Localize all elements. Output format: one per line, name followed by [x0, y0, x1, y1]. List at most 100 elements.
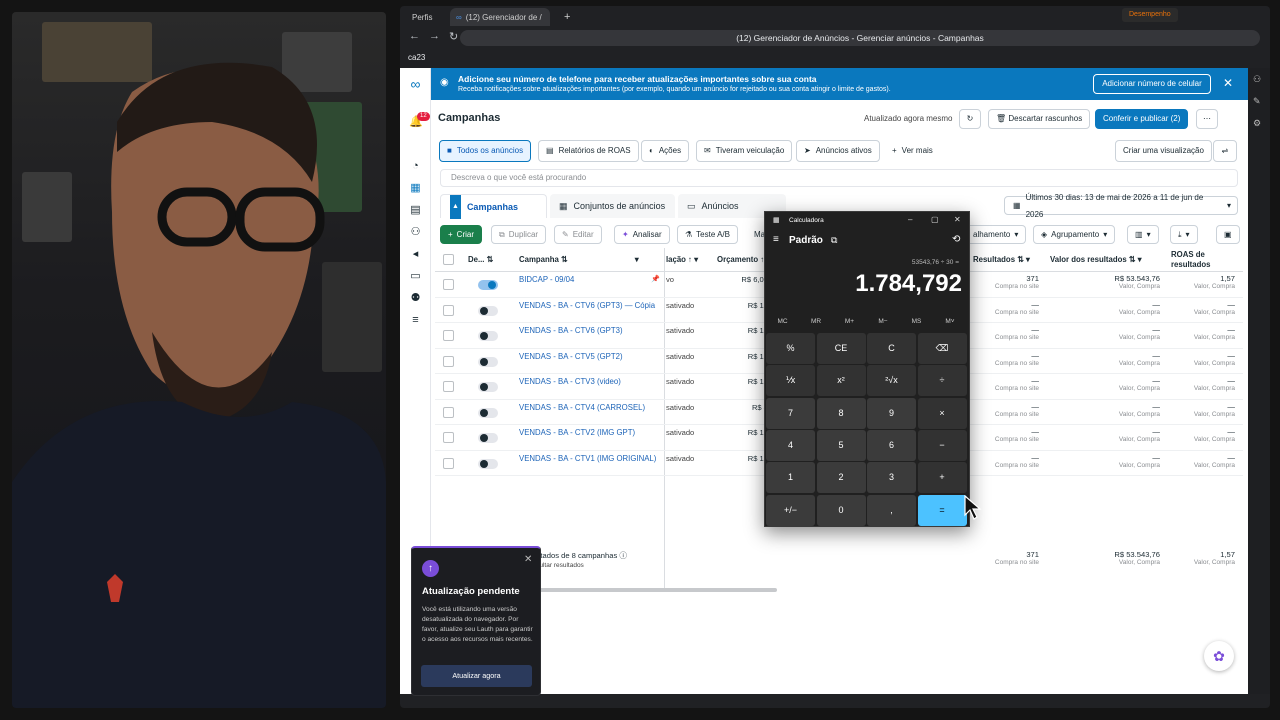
- header-delivery[interactable]: De... ⇅: [468, 248, 494, 272]
- row-checkbox[interactable]: [443, 432, 454, 443]
- chip-see-more[interactable]: + Ver mais: [885, 140, 940, 162]
- chip-delivered[interactable]: ✉ Tiveram veiculação: [696, 140, 793, 162]
- dashboard-icon[interactable]: ◔: [409, 160, 422, 173]
- grouping-button[interactable]: ◈ Agrupamento ▾: [1033, 225, 1116, 244]
- header-results[interactable]: Resultados ⇅ ▾: [973, 248, 1030, 272]
- columns-button[interactable]: ▥ ▾: [1127, 225, 1159, 244]
- duplicate-button[interactable]: ⧉ Duplicar: [491, 225, 547, 244]
- row-checkbox[interactable]: [443, 381, 454, 392]
- delivery-toggle[interactable]: [478, 280, 498, 290]
- row-checkbox[interactable]: [443, 355, 454, 367]
- calc-key[interactable]: ⌫: [917, 333, 967, 364]
- campaign-name-link[interactable]: VENDAS - BA - CTV6 (GPT3) — Cópia: [519, 301, 655, 310]
- close-icon[interactable]: ✕: [954, 215, 961, 224]
- memory-button[interactable]: M+: [833, 318, 866, 325]
- publish-button[interactable]: Conferir e publicar (2): [1095, 109, 1189, 129]
- header-campaign[interactable]: Campanha ⇅ ▾: [519, 248, 639, 272]
- analyze-button[interactable]: ✦ Analisar: [614, 225, 670, 244]
- tab-ads-manager[interactable]: ∞ (12) Gerenciador de /: [450, 8, 550, 26]
- gear-icon[interactable]: ⚙: [1253, 118, 1261, 129]
- close-icon[interactable]: ✕: [1223, 76, 1233, 90]
- calc-key[interactable]: =: [917, 494, 967, 526]
- hamburger-icon[interactable]: ≡: [773, 234, 779, 245]
- memory-button[interactable]: M−: [867, 318, 900, 325]
- select-all-checkbox[interactable]: [443, 254, 454, 265]
- row-checkbox[interactable]: [443, 330, 454, 341]
- side-icon[interactable]: ⚇: [1253, 74, 1261, 85]
- calc-key[interactable]: ×: [917, 397, 967, 429]
- maximize-icon[interactable]: ▢: [931, 215, 939, 224]
- search-input[interactable]: Descreva o que você está procurando: [440, 169, 1238, 187]
- ab-test-button[interactable]: ⚗ Teste A/B: [677, 225, 738, 244]
- refresh-button[interactable]: ↻: [959, 109, 981, 129]
- calc-key[interactable]: 4: [766, 429, 815, 461]
- create-button[interactable]: + Criar: [440, 225, 483, 244]
- row-checkbox[interactable]: [443, 406, 454, 418]
- calc-key[interactable]: 0: [816, 494, 866, 526]
- reload-icon[interactable]: ↻: [449, 30, 458, 43]
- history-icon[interactable]: ⟲: [952, 234, 960, 245]
- calc-key[interactable]: CE: [816, 333, 866, 364]
- chip-all-ads[interactable]: ■ Todos os anúncios: [439, 140, 532, 162]
- calc-key[interactable]: +: [917, 462, 967, 494]
- calc-key[interactable]: 8: [816, 397, 866, 429]
- calc-key[interactable]: 2: [816, 462, 866, 494]
- calc-key[interactable]: 5: [816, 429, 866, 461]
- calc-key[interactable]: ²√x: [867, 365, 916, 397]
- keep-on-top-icon[interactable]: ⧉: [831, 235, 837, 246]
- document-icon[interactable]: ▤: [409, 204, 422, 217]
- header-roas[interactable]: ROAS de resultados: [1171, 248, 1221, 272]
- row-checkbox[interactable]: [443, 457, 454, 469]
- row-checkbox[interactable]: [443, 279, 454, 290]
- delivery-toggle[interactable]: [478, 305, 498, 316]
- delivery-toggle[interactable]: [478, 433, 498, 443]
- network-icon[interactable]: ⚉: [409, 292, 422, 305]
- more-options-button[interactable]: ⋯: [1196, 109, 1218, 129]
- calc-key[interactable]: ⅟x: [766, 365, 815, 397]
- row-checkbox[interactable]: [443, 304, 454, 316]
- campaign-name-link[interactable]: VENDAS - BA - CTV3 (video): [519, 377, 621, 386]
- billing-icon[interactable]: ▭: [409, 270, 422, 283]
- new-tab-button[interactable]: +: [558, 8, 576, 26]
- settings-icon[interactable]: ⇌: [1213, 140, 1237, 162]
- campaign-name-link[interactable]: VENDAS - BA - CTV4 (CARROSEL): [519, 403, 645, 412]
- delivery-toggle[interactable]: [478, 331, 498, 341]
- pencil-icon[interactable]: ✎: [1253, 96, 1261, 107]
- back-icon[interactable]: ←: [409, 30, 420, 42]
- header-budget[interactable]: Orçamento ↑: [717, 248, 765, 272]
- close-icon[interactable]: ✕: [524, 554, 532, 565]
- chart-button[interactable]: ▣: [1216, 225, 1240, 244]
- calc-key[interactable]: 7: [766, 397, 815, 429]
- delivery-toggle[interactable]: [478, 382, 498, 392]
- chip-active-ads[interactable]: ➤ Anúncios ativos: [796, 140, 880, 162]
- create-view-button[interactable]: Criar uma visualização: [1115, 140, 1212, 162]
- chip-actions[interactable]: ◐ Ações: [641, 140, 690, 162]
- address-bar[interactable]: (12) Gerenciador de Anúncios - Gerenciar…: [460, 30, 1260, 46]
- table-icon[interactable]: ▦: [409, 182, 422, 195]
- assistant-icon[interactable]: ✿: [1204, 641, 1234, 671]
- update-now-button[interactable]: Atualizar agora: [421, 665, 532, 687]
- campaign-name-link[interactable]: VENDAS - BA - CTV1 (IMG ORIGINAL): [519, 454, 656, 463]
- menu-icon[interactable]: ≡: [409, 314, 422, 327]
- calc-key[interactable]: +/−: [766, 494, 815, 526]
- date-range-picker[interactable]: ▦ Últimos 30 dias: 13 de mai de 2026 a 11…: [1004, 193, 1238, 219]
- tab-profiles[interactable]: Perfis: [406, 8, 438, 26]
- calc-key[interactable]: 3: [867, 462, 916, 494]
- calc-key[interactable]: ÷: [917, 365, 967, 397]
- chip-roas-reports[interactable]: ▤ Relatórios de ROAS: [538, 140, 639, 162]
- calc-key[interactable]: %: [766, 333, 815, 364]
- export-button[interactable]: ⤓ ▾: [1170, 225, 1198, 244]
- add-phone-button[interactable]: Adicionar número de celular: [1093, 74, 1211, 94]
- campaign-name-link[interactable]: BIDCAP - 09/04: [519, 275, 574, 284]
- calc-key[interactable]: 6: [867, 429, 916, 461]
- calc-key[interactable]: −: [917, 429, 967, 461]
- delivery-toggle[interactable]: [478, 407, 498, 418]
- delivery-toggle[interactable]: [478, 356, 498, 367]
- performance-badge[interactable]: Desempenho: [1122, 8, 1178, 22]
- meta-logo-icon[interactable]: ∞: [409, 77, 422, 91]
- memory-button[interactable]: M˅: [934, 318, 967, 325]
- edit-button[interactable]: ✎ Editar: [554, 225, 602, 244]
- forward-icon[interactable]: →: [429, 30, 440, 42]
- tab-ad-sets[interactable]: ▦ Conjuntos de anúncios: [550, 194, 675, 218]
- megaphone-icon[interactable]: ◂: [409, 248, 422, 261]
